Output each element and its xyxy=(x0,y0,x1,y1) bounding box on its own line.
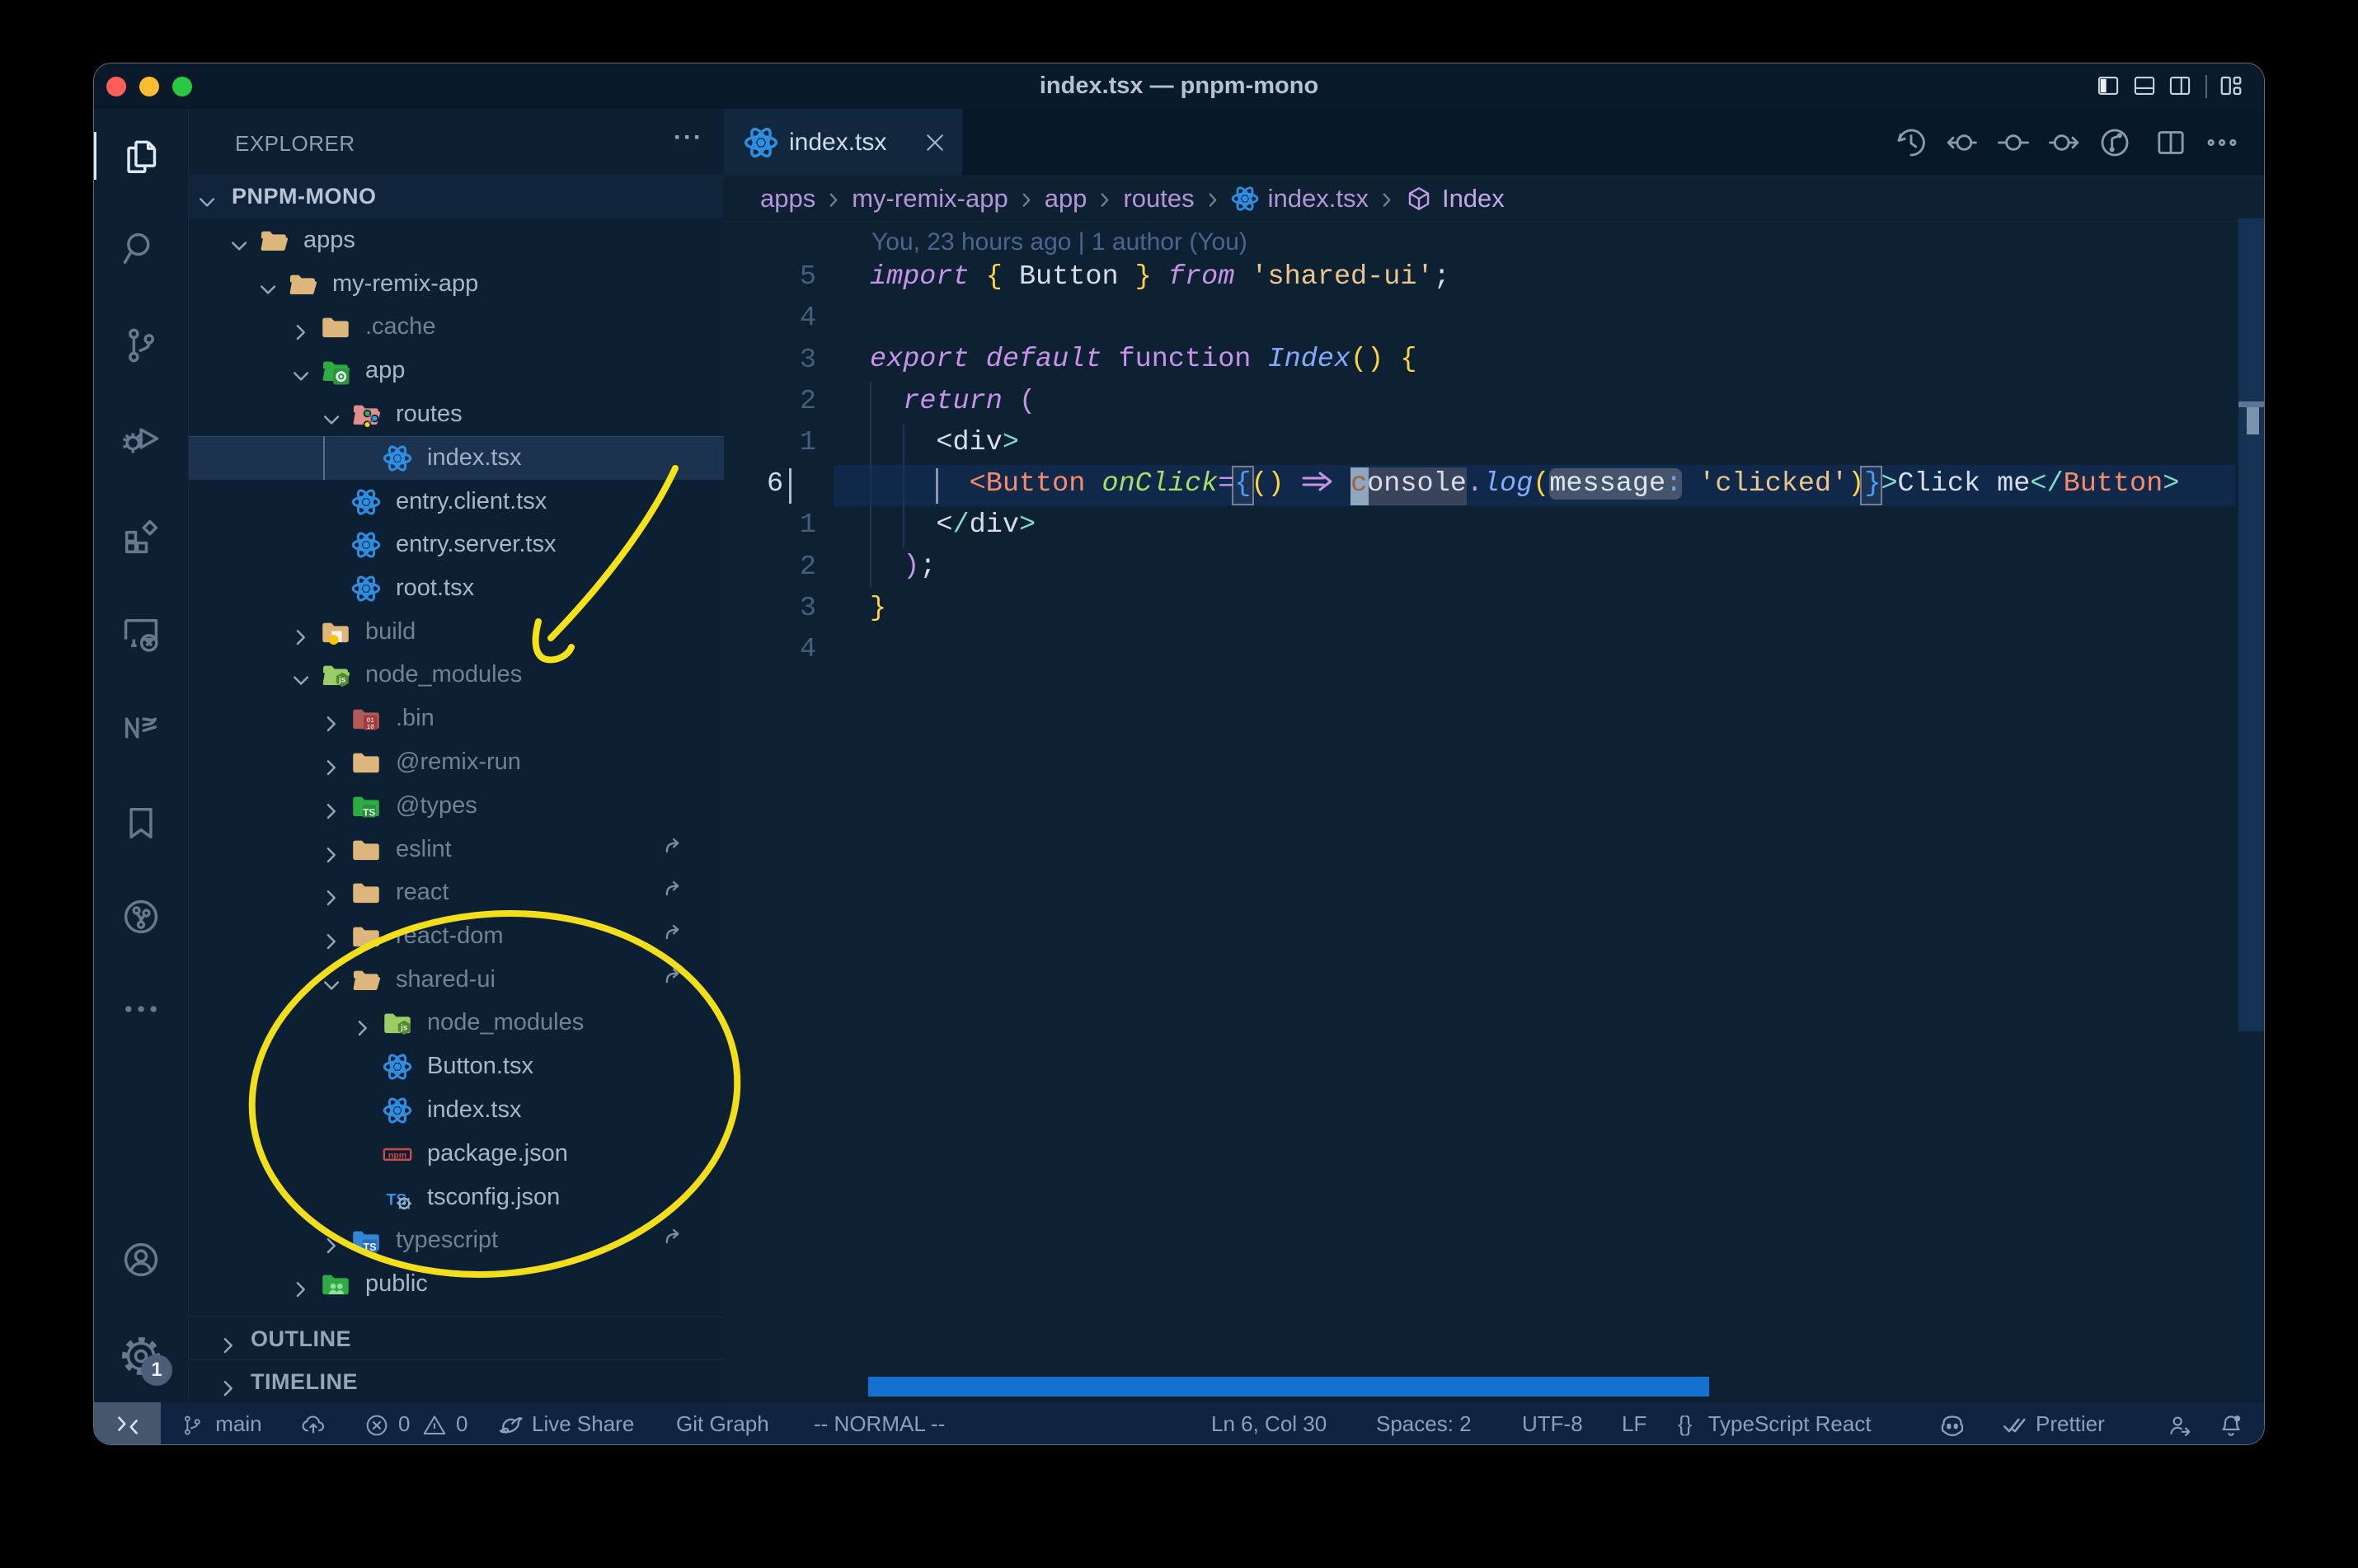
svg-text:npm: npm xyxy=(388,1150,406,1160)
svg-text:js: js xyxy=(400,1024,408,1033)
svg-text:TS: TS xyxy=(363,1241,376,1253)
svg-text:01: 01 xyxy=(367,718,375,725)
svg-text:js: js xyxy=(338,676,346,685)
svg-text:TS: TS xyxy=(387,1190,407,1209)
svg-text:TS: TS xyxy=(363,806,375,818)
svg-text:10: 10 xyxy=(367,725,375,731)
